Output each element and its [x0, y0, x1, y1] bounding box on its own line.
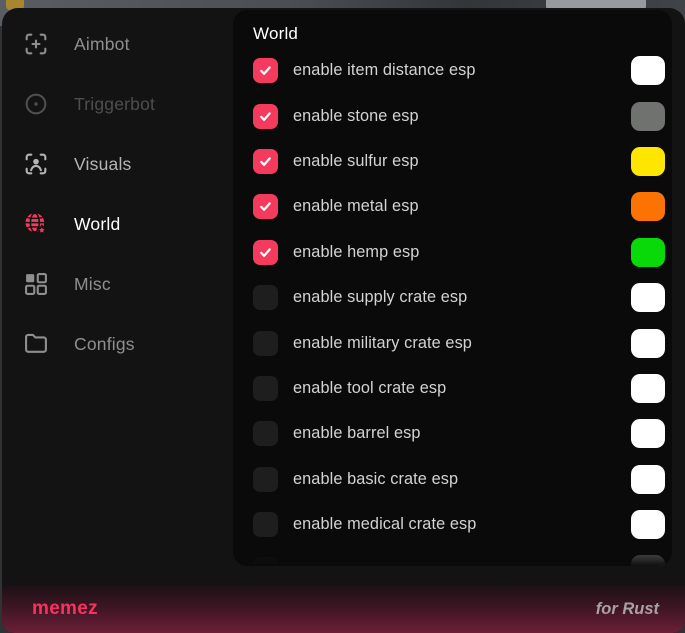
color-swatch[interactable] — [631, 147, 665, 176]
list-row: enable medical crate esp — [233, 502, 672, 547]
sidebar-item-label: World — [74, 214, 120, 235]
checkbox-unchecked[interactable] — [253, 557, 278, 566]
list-row: enable supply crate esp — [233, 275, 672, 320]
checkbox-unchecked[interactable] — [253, 421, 278, 446]
checkbox-unchecked[interactable] — [253, 285, 278, 310]
sidebar-item-label: Aimbot — [74, 34, 130, 55]
brand-name: memez — [32, 598, 98, 620]
brand-bar: memez for Rust — [2, 585, 685, 633]
color-swatch[interactable] — [631, 192, 665, 221]
setting-label: enable military crate esp — [293, 334, 472, 353]
sidebar-item-label: Triggerbot — [74, 94, 155, 115]
sidebar-item-visuals[interactable]: Visuals — [2, 134, 233, 194]
crosshair-scan-icon — [22, 30, 50, 58]
checkbox-checked[interactable] — [253, 194, 278, 219]
list-row: enable tool crate esp — [233, 366, 672, 411]
list-row: enable hemp esp — [233, 230, 672, 275]
list-row: enable sulfur esp — [233, 139, 672, 184]
sidebar-item-aimbot[interactable]: Aimbot — [2, 14, 233, 74]
checkbox-checked[interactable] — [253, 149, 278, 174]
sidebar-item-triggerbot[interactable]: Triggerbot — [2, 74, 233, 134]
folder-icon — [22, 330, 50, 358]
person-scan-icon — [22, 150, 50, 178]
setting-label: enable tool crate esp — [293, 379, 446, 398]
color-swatch[interactable] — [631, 374, 665, 403]
cheat-menu-window: AimbotTriggerbotVisualsWorldMiscConfigs … — [2, 8, 685, 633]
setting-label: enable hemp esp — [293, 243, 419, 262]
setting-label: enable stone esp — [293, 107, 419, 126]
color-swatch[interactable] — [631, 465, 665, 494]
color-swatch[interactable] — [631, 102, 665, 131]
color-swatch[interactable] — [631, 238, 665, 267]
setting-label: enable supply crate esp — [293, 288, 467, 307]
checkbox-unchecked[interactable] — [253, 331, 278, 356]
list-row-partial — [233, 547, 672, 566]
list-row: enable basic crate esp — [233, 457, 672, 502]
list-row: enable stone esp — [233, 93, 672, 138]
setting-label: enable medical crate esp — [293, 515, 476, 534]
screen: AimbotTriggerbotVisualsWorldMiscConfigs … — [0, 0, 685, 633]
checkbox-unchecked[interactable] — [253, 467, 278, 492]
sidebar: Aimbot Triggerbot Visuals World Misc Configs — [2, 14, 233, 374]
setting-label: enable metal esp — [293, 197, 419, 216]
color-swatch[interactable] — [631, 56, 665, 85]
checkbox-unchecked[interactable] — [253, 512, 278, 537]
world-panel: World enable item distance esp enable sto… — [233, 10, 672, 566]
brand-edition: for Rust — [596, 600, 659, 619]
sidebar-item-label: Visuals — [74, 154, 132, 175]
sidebar-item-misc[interactable]: Misc — [2, 254, 233, 314]
color-swatch[interactable] — [631, 419, 665, 448]
setting-label: enable barrel esp — [293, 424, 421, 443]
sidebar-item-world[interactable]: World — [2, 194, 233, 254]
settings-list: enable item distance esp enable stone esp… — [233, 48, 672, 566]
color-swatch[interactable] — [631, 283, 665, 312]
setting-label: enable sulfur esp — [293, 152, 419, 171]
list-row: enable item distance esp — [233, 48, 672, 93]
checkbox-checked[interactable] — [253, 58, 278, 83]
globe-star-icon — [22, 210, 50, 238]
list-row: enable metal esp — [233, 184, 672, 229]
color-swatch[interactable] — [631, 329, 665, 358]
grid-icon — [22, 270, 50, 298]
color-swatch[interactable] — [631, 510, 665, 539]
list-row: enable barrel esp — [233, 411, 672, 456]
sidebar-item-configs[interactable]: Configs — [2, 314, 233, 374]
sidebar-item-label: Misc — [74, 274, 111, 295]
setting-label: enable basic crate esp — [293, 470, 458, 489]
color-swatch[interactable] — [631, 555, 665, 566]
checkbox-unchecked[interactable] — [253, 376, 278, 401]
list-row: enable military crate esp — [233, 320, 672, 365]
checkbox-checked[interactable] — [253, 240, 278, 265]
setting-label: enable item distance esp — [293, 61, 476, 80]
checkbox-checked[interactable] — [253, 104, 278, 129]
circle-dot-icon — [22, 90, 50, 118]
page-title: World — [253, 24, 672, 44]
sidebar-item-label: Configs — [74, 334, 135, 355]
